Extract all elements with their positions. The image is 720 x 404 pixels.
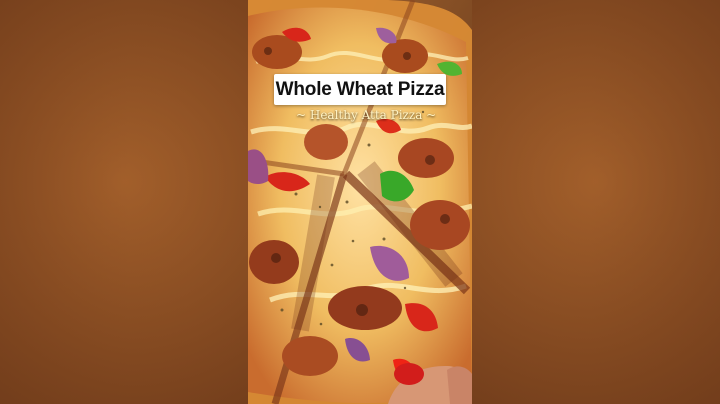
- video-thumbnail: Whole Wheat Pizza ~ Healthy Atta Pizza ~: [0, 0, 720, 404]
- left-blurred-background: [0, 0, 248, 404]
- pizza-illustration: [248, 0, 472, 404]
- pizza-photo: [248, 0, 472, 404]
- hand-with-red-nail: [388, 363, 472, 404]
- subtitle-text: ~ Healthy Atta Pizza ~: [296, 108, 437, 122]
- right-blurred-background: [472, 0, 720, 404]
- title-text: Whole Wheat Pizza: [275, 78, 445, 100]
- title-label-box: Whole Wheat Pizza: [274, 74, 446, 105]
